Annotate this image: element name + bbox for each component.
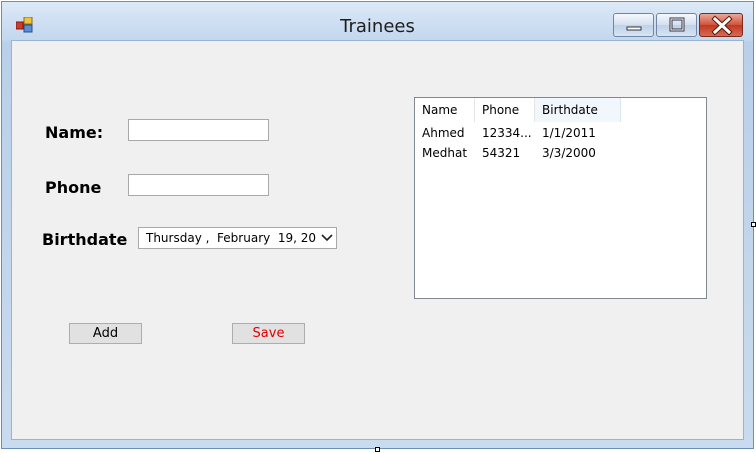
resize-handle-bottom[interactable] — [375, 447, 380, 452]
minimize-icon — [626, 26, 642, 31]
minimize-button[interactable] — [613, 13, 654, 37]
trainees-window: Trainees Name: Phone Birthdate Thursday … — [1, 1, 754, 449]
list-cell-birthdate: 1/1/2011 — [542, 126, 596, 140]
phone-field[interactable] — [128, 174, 269, 196]
name-label: Name: — [45, 123, 104, 142]
form-client-area: Name: Phone Birthdate Thursday , Februar… — [11, 40, 744, 440]
name-field[interactable] — [128, 119, 269, 141]
maximize-button[interactable] — [656, 13, 697, 37]
list-item[interactable]: Ahmed 12334... 1/1/2011 — [415, 123, 706, 143]
phone-label: Phone — [45, 178, 102, 197]
title-bar[interactable]: Trainees — [2, 2, 753, 40]
close-icon — [711, 15, 733, 36]
save-button[interactable]: Save — [232, 323, 305, 344]
birthdate-value: Thursday , February 19, 20 — [146, 231, 317, 245]
list-cell-birthdate: 3/3/2000 — [542, 146, 596, 160]
maximize-icon — [669, 17, 685, 32]
list-cell-phone: 12334... — [482, 126, 532, 140]
trainees-list[interactable]: Name Phone Birthdate Ahmed 12334... 1/1/… — [414, 97, 707, 299]
list-cell-name: Medhat — [422, 146, 468, 160]
list-header: Name Phone Birthdate — [415, 98, 706, 122]
list-cell-phone: 54321 — [482, 146, 521, 160]
birthdate-picker[interactable]: Thursday , February 19, 20 — [138, 227, 337, 249]
list-item[interactable]: Medhat 54321 3/3/2000 — [415, 143, 706, 163]
column-header-phone[interactable]: Phone — [475, 98, 535, 122]
close-button[interactable] — [699, 13, 743, 37]
birthdate-label: Birthdate — [42, 230, 128, 249]
column-header-birthdate[interactable]: Birthdate — [535, 98, 621, 122]
add-button[interactable]: Add — [69, 323, 142, 344]
chevron-down-icon[interactable] — [318, 228, 336, 248]
resize-handle-right[interactable] — [751, 222, 756, 227]
list-cell-name: Ahmed — [422, 126, 465, 140]
column-header-name[interactable]: Name — [415, 98, 475, 122]
